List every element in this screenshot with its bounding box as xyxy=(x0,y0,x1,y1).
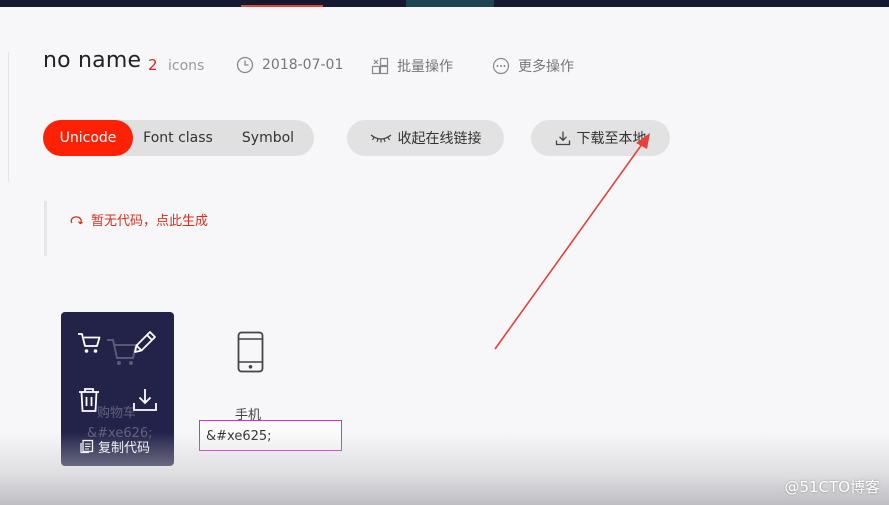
notice-border xyxy=(44,201,47,256)
batch-operations-label: 批量操作 xyxy=(397,59,453,75)
pencil-icon[interactable] xyxy=(131,328,159,356)
icon-hover-card: 购物车 &#xe626; 复制代码 xyxy=(61,312,174,466)
generate-code-text: 暂无代码，点此生成 xyxy=(91,214,209,229)
project-title: no name xyxy=(43,48,142,73)
top-navigation-bar xyxy=(0,0,889,7)
more-icon xyxy=(492,57,510,75)
more-operations-label: 更多操作 xyxy=(518,59,574,75)
copy-code-label: 复制代码 xyxy=(98,441,151,456)
icon-count: 2 xyxy=(148,56,158,74)
watermark: @51CTO博客 xyxy=(784,478,880,496)
copy-code-button[interactable]: 复制代码 xyxy=(79,437,150,456)
batch-icon xyxy=(371,57,389,75)
trash-icon[interactable] xyxy=(76,386,102,414)
active-nav-indicator xyxy=(241,5,323,7)
left-divider xyxy=(8,52,9,182)
download-local-button[interactable]: 下载至本地 xyxy=(531,120,670,156)
copy-icon xyxy=(80,439,94,454)
tab-font-class[interactable]: Font class xyxy=(137,120,219,156)
cart-icon[interactable] xyxy=(76,330,102,356)
tab-unicode[interactable]: Unicode xyxy=(43,120,133,156)
collapse-online-link-label: 收起在线链接 xyxy=(397,131,482,147)
project-date-text: 2018-07-01 xyxy=(262,57,344,73)
closed-eye-icon xyxy=(370,134,391,143)
icon-count-label: icons xyxy=(168,58,205,74)
code-type-switcher: Unicode Font class Symbol xyxy=(43,120,314,156)
project-date: 2018-07-01 xyxy=(236,56,343,74)
phone-icon-code[interactable]: &#xe625; xyxy=(199,420,342,451)
nav-highlight-segment xyxy=(406,0,494,7)
collapse-online-link-button[interactable]: 收起在线链接 xyxy=(347,120,504,156)
batch-operations-button[interactable]: 批量操作 xyxy=(371,56,453,76)
download-icon[interactable] xyxy=(131,386,159,414)
tab-symbol[interactable]: Symbol xyxy=(227,120,309,156)
download-icon xyxy=(555,131,570,146)
more-operations-button[interactable]: 更多操作 xyxy=(492,56,574,76)
download-local-label: 下载至本地 xyxy=(576,131,647,147)
refresh-icon xyxy=(70,215,83,224)
phone-icon[interactable] xyxy=(237,331,264,373)
generate-code-link[interactable]: 暂无代码，点此生成 xyxy=(69,210,208,229)
clock-icon xyxy=(236,56,254,74)
